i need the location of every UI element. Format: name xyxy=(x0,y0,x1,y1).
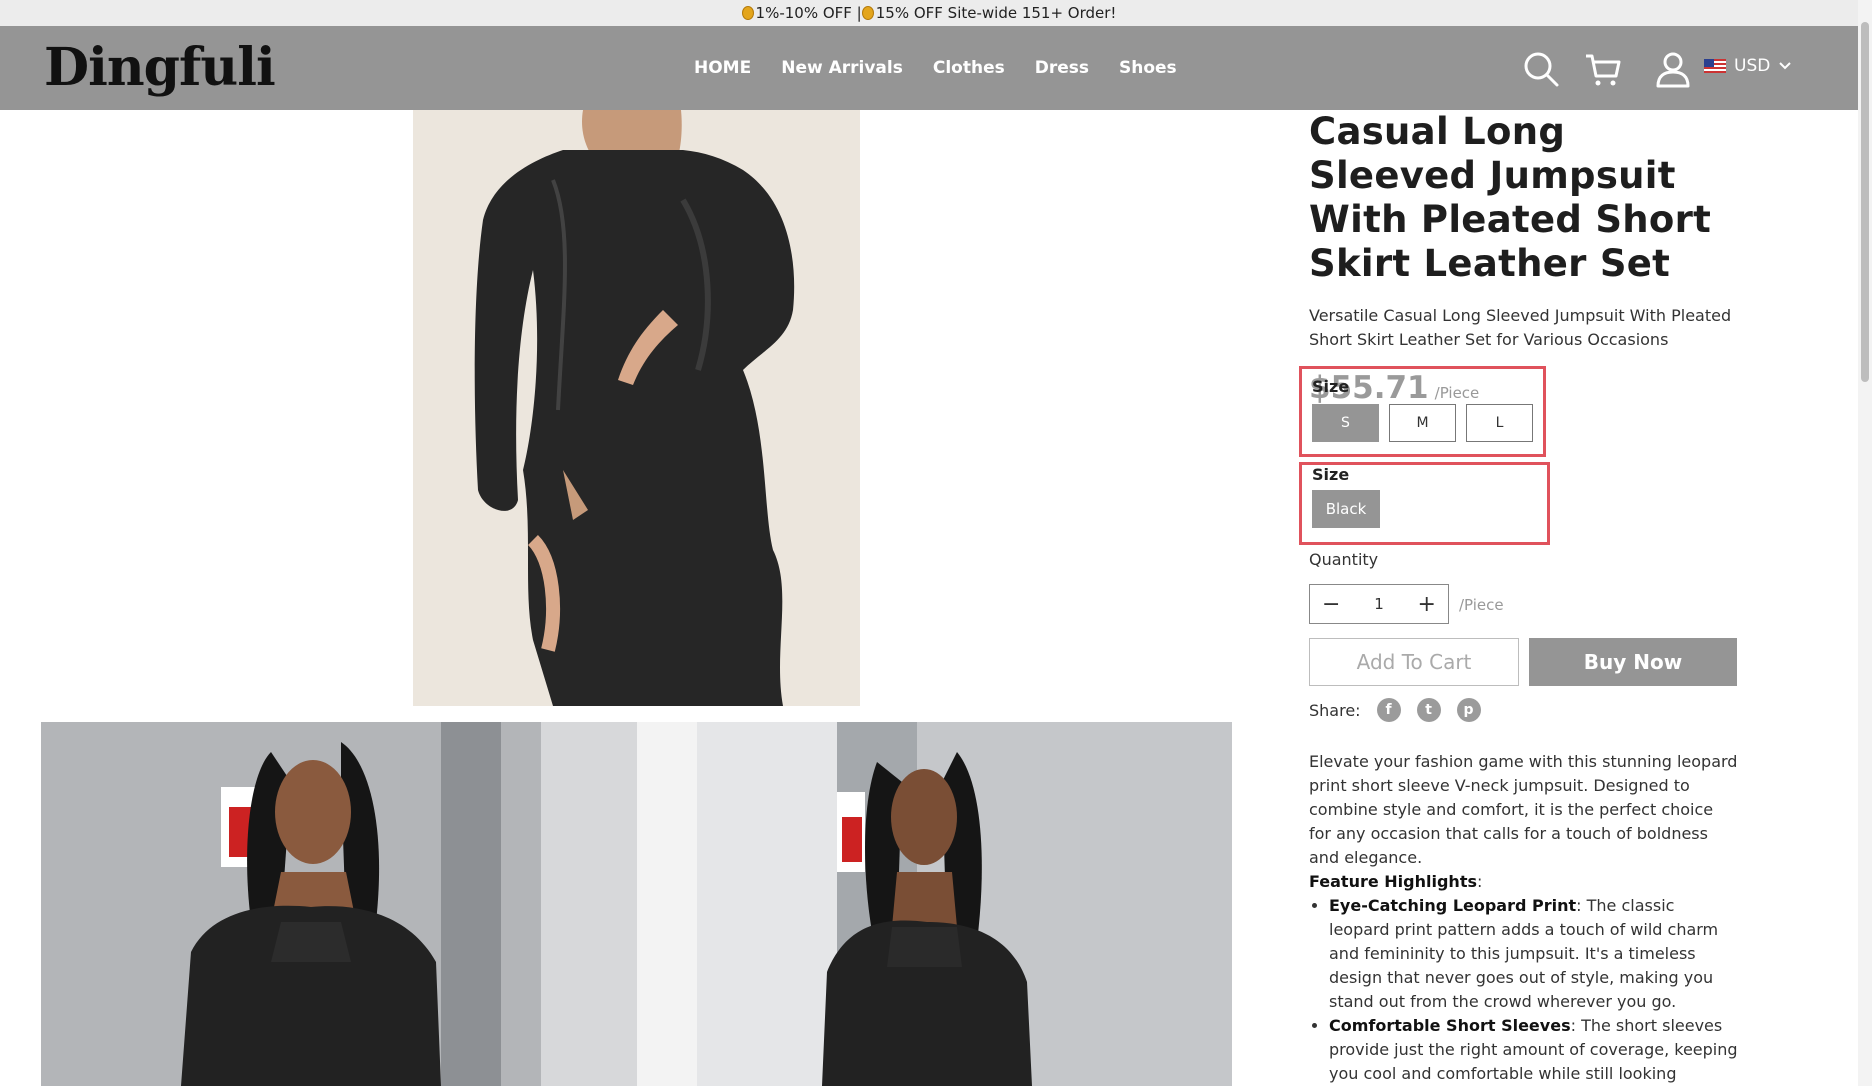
highlights-list: Eye-Catching Leopard Print: The classic … xyxy=(1329,894,1739,1086)
color-option-black[interactable]: Black xyxy=(1312,490,1380,528)
pinterest-icon[interactable]: p xyxy=(1456,698,1481,722)
announcement-text-1: 1%-10% OFF | xyxy=(755,4,862,22)
list-item: Eye-Catching Leopard Print: The classic … xyxy=(1329,894,1739,1014)
search-icon[interactable] xyxy=(1520,48,1562,90)
announcement-bar: 1%-10% OFF | 15% OFF Site-wide 151+ Order… xyxy=(0,0,1858,26)
product-title: Casual Long Sleeved Jumpsuit With Pleate… xyxy=(1309,110,1712,285)
product-description: Elevate your fashion game with this stun… xyxy=(1309,750,1739,1086)
size-option-group: Size S M L xyxy=(1299,366,1546,457)
currency-label: USD xyxy=(1734,56,1771,76)
nav-dress[interactable]: Dress xyxy=(1035,56,1089,80)
currency-selector[interactable]: USD xyxy=(1704,56,1792,76)
gallery-image-2[interactable] xyxy=(636,722,1233,1086)
color-option-group: Size Black xyxy=(1299,462,1550,545)
highlight-title: Comfortable Short Sleeves xyxy=(1329,1016,1571,1035)
product-subtitle: Versatile Casual Long Sleeved Jumpsuit W… xyxy=(1309,306,1732,349)
size-label: Size xyxy=(1312,377,1350,396)
size-option-s[interactable]: S xyxy=(1312,404,1379,442)
main-nav: HOME New Arrivals Clothes Dress Shoes xyxy=(694,56,1207,80)
highlights-title: Feature Highlights xyxy=(1309,872,1477,891)
facebook-icon[interactable]: f xyxy=(1376,698,1401,722)
nav-shoes[interactable]: Shoes xyxy=(1119,56,1177,80)
user-icon[interactable] xyxy=(1652,48,1694,90)
share-row: Share: f t p xyxy=(1309,698,1481,722)
site-header: Dingfuli HOME New Arrivals Clothes Dress… xyxy=(0,26,1858,110)
purchase-buttons: Add To Cart Buy Now xyxy=(1309,638,1737,686)
product-gallery xyxy=(41,722,1232,1086)
nav-new-arrivals[interactable]: New Arrivals xyxy=(781,56,903,80)
gallery-image-1[interactable] xyxy=(41,722,637,1086)
size-option-l[interactable]: L xyxy=(1466,404,1533,442)
highlight-title: Eye-Catching Leopard Print xyxy=(1329,896,1577,915)
add-to-cart-button[interactable]: Add To Cart xyxy=(1309,638,1519,686)
list-item: Comfortable Short Sleeves: The short sle… xyxy=(1329,1014,1739,1086)
scrollbar-thumb[interactable] xyxy=(1861,22,1869,382)
coin-icon xyxy=(861,6,874,20)
description-intro: Elevate your fashion game with this stun… xyxy=(1309,752,1738,867)
product-main-image[interactable] xyxy=(413,110,860,706)
quantity-label: Quantity xyxy=(1309,550,1379,569)
minus-icon[interactable]: − xyxy=(1322,592,1340,617)
quantity-stepper: − 1 + xyxy=(1309,584,1449,624)
product-info-panel: Casual Long Sleeved Jumpsuit With Pleate… xyxy=(1299,110,1739,1083)
buy-now-button[interactable]: Buy Now xyxy=(1529,638,1737,686)
color-group-label: Size xyxy=(1312,465,1350,484)
quantity-unit: /Piece xyxy=(1459,596,1504,614)
quantity-input[interactable]: 1 xyxy=(1374,595,1384,613)
plus-icon[interactable]: + xyxy=(1418,592,1436,617)
page-scrollbar[interactable] xyxy=(1858,0,1872,1086)
nav-home[interactable]: HOME xyxy=(694,56,751,80)
nav-clothes[interactable]: Clothes xyxy=(933,56,1005,80)
chevron-down-icon xyxy=(1779,62,1792,70)
logo[interactable]: Dingfuli xyxy=(44,40,276,96)
twitter-icon[interactable]: t xyxy=(1416,698,1441,722)
announcement-text-2: 15% OFF Site-wide 151+ Order! xyxy=(875,4,1117,22)
cart-icon[interactable] xyxy=(1582,48,1624,90)
size-option-m[interactable]: M xyxy=(1389,404,1456,442)
share-label: Share: xyxy=(1309,700,1361,720)
us-flag-icon xyxy=(1704,59,1726,73)
coin-icon xyxy=(741,6,754,20)
